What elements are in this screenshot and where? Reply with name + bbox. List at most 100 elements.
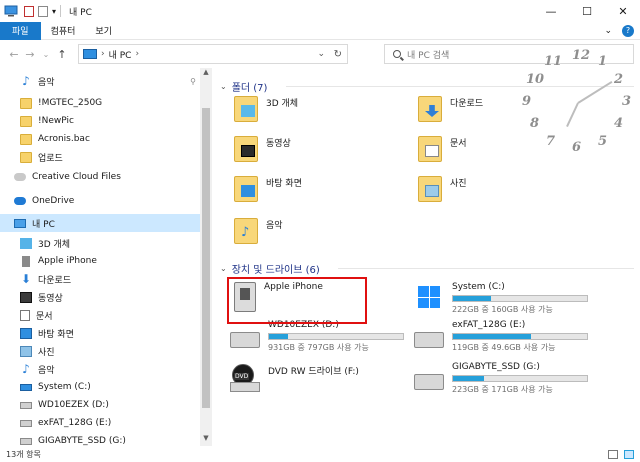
- folder-tile[interactable]: ♪ 음악: [234, 218, 283, 244]
- close-button[interactable]: ✕: [606, 0, 640, 22]
- drive-usage-bar: [268, 333, 404, 340]
- forward-button[interactable]: →: [22, 48, 38, 61]
- drive-free-space: 931GB 중 797GB 사용 가능: [268, 343, 369, 352]
- music-icon: ♪: [22, 362, 30, 376]
- ribbon-tabs: 파일 컴퓨터 보기 ⌄ ?: [0, 21, 640, 40]
- hard-drive-icon: [230, 332, 260, 348]
- iphone-icon: [22, 255, 30, 267]
- tab-view[interactable]: 보기: [85, 22, 122, 40]
- system-drive-icon: [20, 383, 32, 391]
- pin-icon[interactable]: ⚲: [190, 77, 196, 86]
- breadcrumb-separator[interactable]: ›: [135, 49, 139, 59]
- pictures-icon: [20, 345, 32, 357]
- recent-locations-button[interactable]: ⌄: [38, 50, 54, 59]
- nav-item[interactable]: 사진: [0, 342, 200, 360]
- folders-group-header[interactable]: ⌄ 폴더 (7): [220, 79, 267, 94]
- drive-icon: [20, 401, 32, 409]
- maximize-button[interactable]: ☐: [570, 0, 604, 22]
- folder-tile[interactable]: 3D 개체: [234, 96, 298, 122]
- scroll-down-icon[interactable]: ▼: [200, 434, 212, 446]
- scrollbar-thumb[interactable]: [202, 108, 210, 408]
- title-bar: ▾ 내 PC — ☐ ✕: [0, 0, 640, 22]
- clock-number: 9: [522, 94, 532, 109]
- nav-item[interactable]: ♪ 음악: [0, 360, 200, 378]
- nav-scrollbar[interactable]: ▲ ▼: [200, 68, 212, 446]
- collapse-icon[interactable]: ⌄: [220, 82, 227, 91]
- drive-icon: [20, 419, 32, 427]
- drive-icon: [20, 437, 32, 445]
- nav-item[interactable]: 문서: [0, 306, 200, 324]
- tab-computer[interactable]: 컴퓨터: [41, 22, 86, 40]
- folder-tile[interactable]: 다운로드: [418, 96, 483, 122]
- nav-item[interactable]: System (C:): [0, 378, 200, 396]
- new-folder-icon[interactable]: [38, 5, 48, 17]
- minimize-button[interactable]: —: [534, 0, 568, 22]
- folder-tile[interactable]: 문서: [418, 136, 467, 162]
- breadcrumb-this-pc[interactable]: 내 PC: [109, 48, 132, 61]
- customize-toolbar-icon[interactable]: ▾: [52, 7, 56, 16]
- drive-name: DVD RW 드라이브 (F:): [268, 367, 359, 377]
- drive-tile-f[interactable]: DVD DVD RW 드라이브 (F:): [230, 364, 359, 394]
- refresh-icon[interactable]: ↻: [334, 49, 342, 60]
- nav-item[interactable]: 바탕 화면: [0, 324, 200, 342]
- clock-number: 8: [530, 116, 540, 131]
- clock-number: 11: [544, 54, 563, 69]
- expand-ribbon-icon[interactable]: ⌄: [604, 26, 612, 36]
- drive-tile-g[interactable]: GIGABYTE_SSD (G:) 223GB 중 171GB 사용 가능: [414, 362, 588, 395]
- drive-name: exFAT_128G (E:): [452, 320, 526, 330]
- up-button[interactable]: ↑: [54, 48, 70, 61]
- help-icon[interactable]: ?: [622, 24, 634, 37]
- nav-item[interactable]: 동영상: [0, 288, 200, 306]
- drives-group-header[interactable]: ⌄ 장치 및 드라이브 (6): [220, 261, 320, 276]
- nav-item[interactable]: WD10EZEX (D:): [0, 396, 200, 414]
- nav-item[interactable]: ⬇ 다운로드: [0, 270, 200, 288]
- nav-item[interactable]: 내 PC: [0, 214, 200, 232]
- back-button[interactable]: ←: [6, 48, 22, 61]
- nav-item[interactable]: ♪ 음악 ⚲: [0, 72, 200, 90]
- clock-hour-hand: [566, 102, 579, 127]
- desktop-icon: [20, 327, 32, 339]
- drive-name: System (C:): [452, 282, 505, 292]
- properties-icon[interactable]: [24, 5, 34, 17]
- scroll-up-icon[interactable]: ▲: [200, 68, 212, 80]
- nav-item[interactable]: Acronis.bac: [0, 130, 200, 148]
- hard-drive-icon: [414, 332, 444, 348]
- address-bar[interactable]: › 내 PC › ⌄ ↻: [78, 44, 348, 64]
- drives-header-label: 장치 및 드라이브 (6): [231, 265, 320, 276]
- drive-tile-c[interactable]: System (C:) 222GB 중 160GB 사용 가능: [414, 282, 588, 315]
- clock-minute-hand: [577, 80, 613, 104]
- search-placeholder: 내 PC 검색: [407, 50, 450, 61]
- nav-item-label: OneDrive: [32, 196, 75, 206]
- video-icon: [20, 291, 32, 303]
- collapse-icon[interactable]: ⌄: [220, 264, 227, 273]
- breadcrumb-separator[interactable]: ›: [101, 49, 105, 59]
- creative-cloud-icon: [14, 173, 26, 181]
- large-icons-view-icon[interactable]: [624, 449, 634, 459]
- address-dropdown-icon[interactable]: ⌄: [317, 49, 325, 59]
- details-view-icon[interactable]: [608, 449, 618, 459]
- nav-item-label: GIGABYTE_SSD (G:): [38, 436, 126, 446]
- nav-item-label: !MGTEC_250G: [38, 98, 103, 108]
- nav-item[interactable]: Creative Cloud Files: [0, 168, 200, 186]
- nav-item[interactable]: 업로드: [0, 148, 200, 166]
- folder-tile[interactable]: 동영상: [234, 136, 291, 162]
- nav-item[interactable]: OneDrive: [0, 192, 200, 210]
- folder-icon: [20, 115, 32, 127]
- windows-drive-icon: [418, 286, 440, 308]
- nav-item[interactable]: 3D 개체: [0, 234, 200, 252]
- toolbar-divider: [60, 5, 62, 17]
- clock-number: 7: [546, 134, 556, 149]
- tab-file[interactable]: 파일: [0, 21, 41, 40]
- nav-item-label: Apple iPhone: [38, 256, 97, 266]
- folder-tile[interactable]: 사진: [418, 176, 467, 202]
- nav-item[interactable]: !NewPic: [0, 112, 200, 130]
- folder-tile[interactable]: 바탕 화면: [234, 176, 302, 202]
- clock-number: 3: [622, 94, 632, 109]
- hard-drive-icon: [414, 374, 444, 390]
- drive-tile-d[interactable]: WD10EZEX (D:) 931GB 중 797GB 사용 가능: [230, 320, 404, 353]
- folder-icon: [20, 97, 32, 109]
- drive-tile-e[interactable]: exFAT_128G (E:) 119GB 중 49.6GB 사용 가능: [414, 320, 588, 353]
- nav-item[interactable]: exFAT_128G (E:): [0, 414, 200, 432]
- nav-item[interactable]: !MGTEC_250G: [0, 94, 200, 112]
- nav-item[interactable]: Apple iPhone: [0, 252, 200, 270]
